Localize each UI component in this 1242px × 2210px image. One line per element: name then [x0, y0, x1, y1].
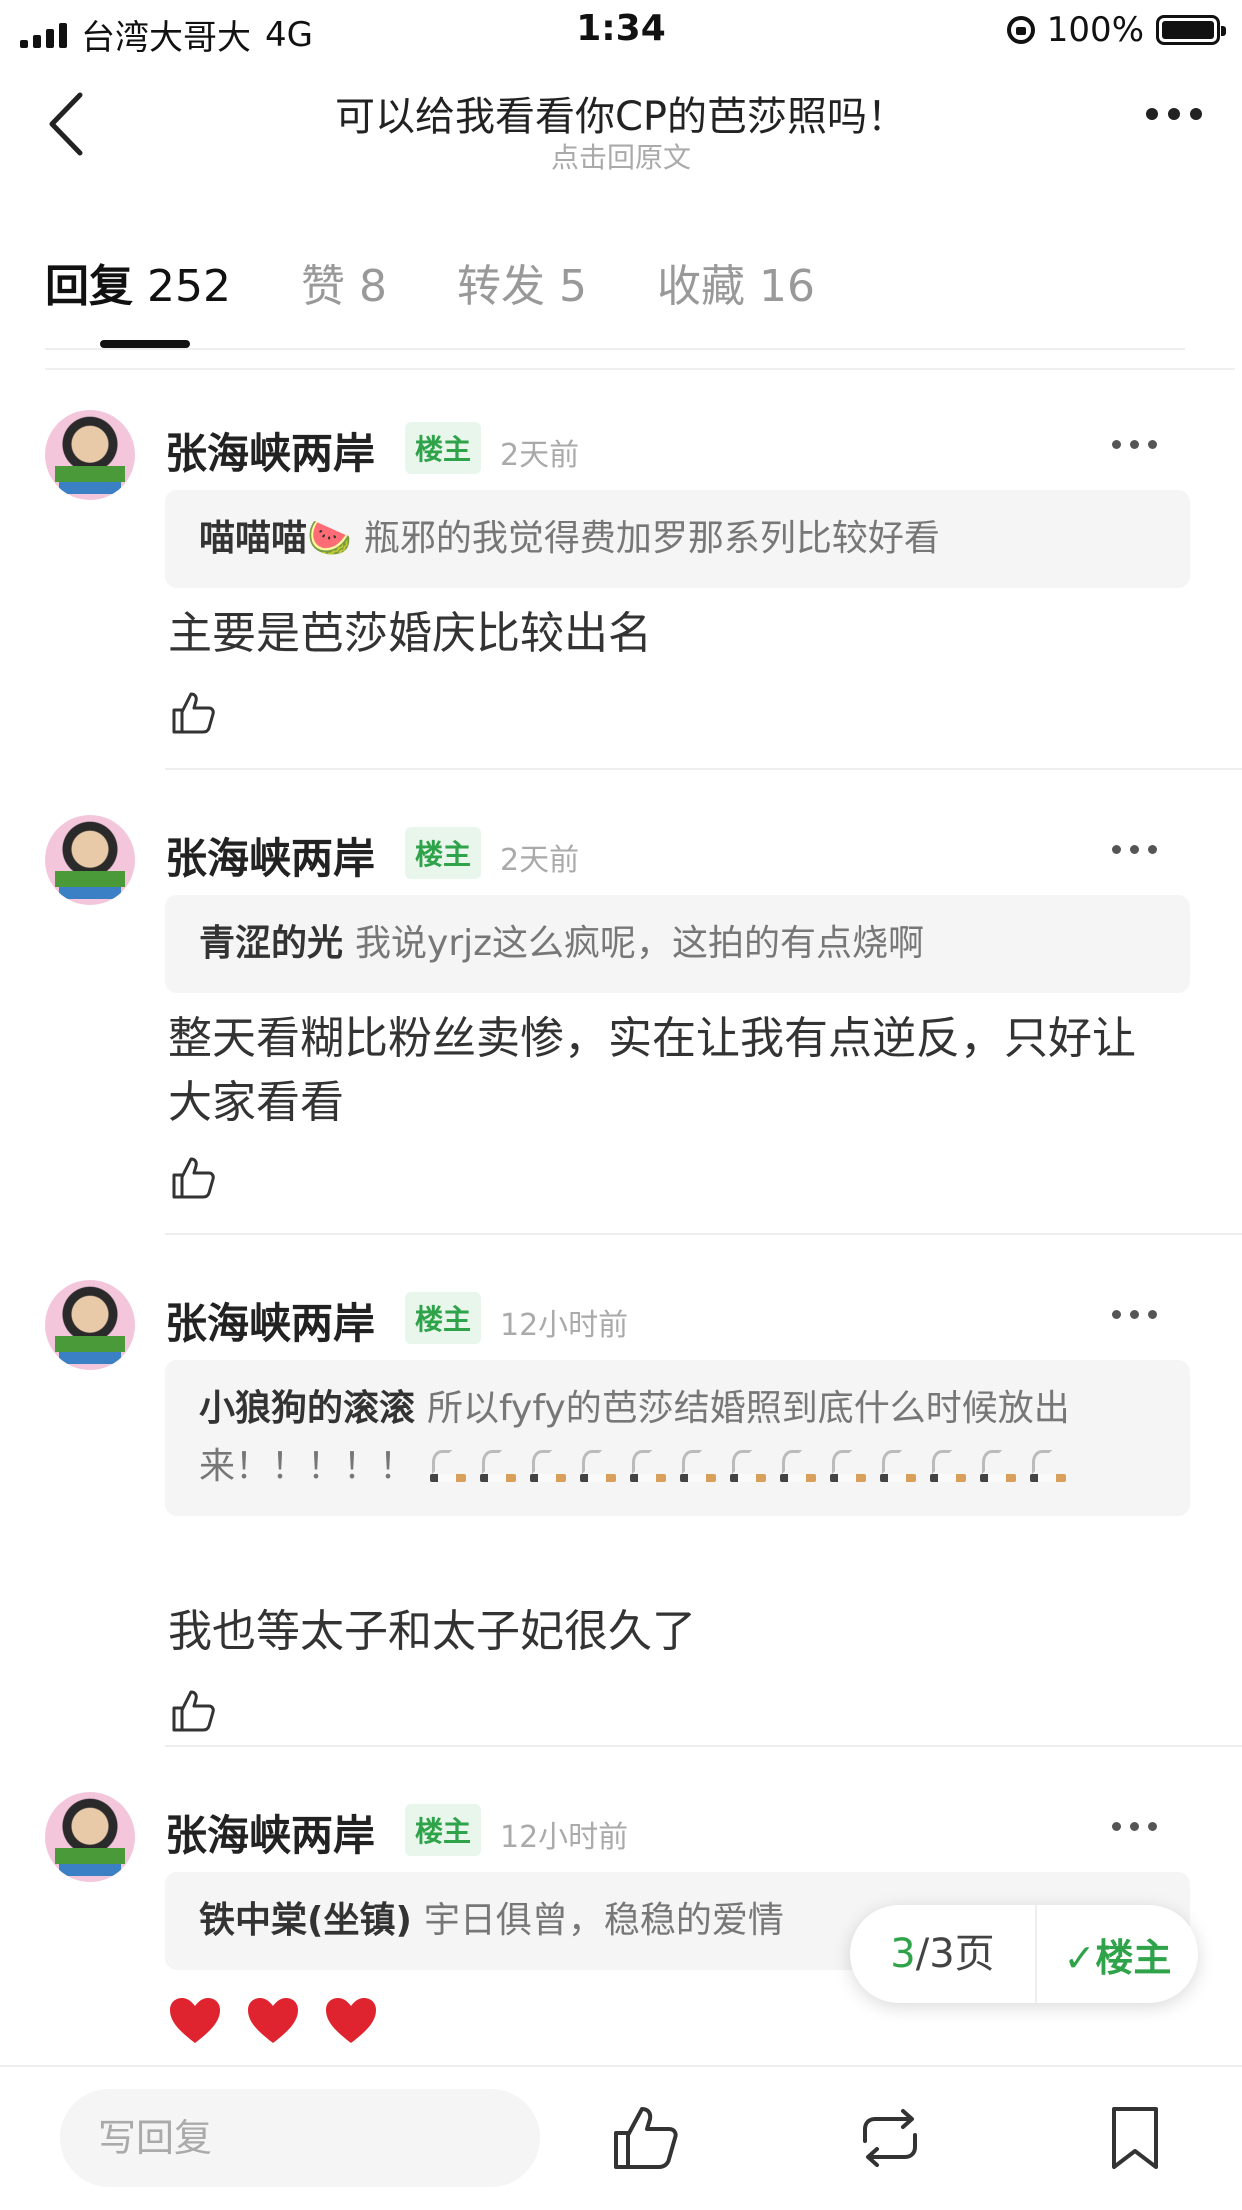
timestamp: 2天前	[500, 843, 580, 878]
bookmark-icon[interactable]	[1100, 2103, 1170, 2173]
page-total: /3页	[915, 1931, 995, 1977]
dot-icon	[1146, 108, 1158, 120]
cigarette-emoji	[978, 1448, 1024, 1488]
cigarette-emoji	[628, 1448, 674, 1488]
cigarette-emoji	[478, 1448, 524, 1488]
tab-label: 赞	[300, 261, 345, 312]
username[interactable]: 张海峡两岸	[165, 825, 375, 886]
divider	[45, 368, 1235, 370]
page-count[interactable]: 3/3页	[850, 1905, 1037, 2003]
username[interactable]: 张海峡两岸	[165, 1290, 375, 1351]
back-to-original-link[interactable]: 点击回原文	[200, 136, 1042, 176]
timestamp: 12小时前	[500, 1820, 629, 1855]
username[interactable]: 张海峡两岸	[165, 420, 375, 481]
owner-badge: 楼主	[405, 1804, 482, 1856]
page-title: 可以给我看看你CP的芭莎照吗！	[334, 94, 908, 140]
heart-emoji	[326, 1998, 376, 2043]
avatar[interactable]	[45, 1792, 135, 1882]
divider	[165, 1233, 1242, 1235]
heart-emoji	[170, 1998, 220, 2043]
divider	[165, 768, 1242, 770]
quoted-username: 青涩的光	[199, 923, 344, 964]
bottom-bar: 写回复	[0, 2065, 1242, 2210]
nav-bar: 可以给我看看你CP的芭莎照吗！ 点击回原文	[0, 64, 1242, 184]
tab-bar: 回复 252 赞 8 转发 5 收藏 16	[45, 250, 885, 314]
reply-text: 主要是芭莎婚庆比较出名	[168, 608, 652, 659]
current-page: 3	[890, 1931, 916, 1977]
only-owner-label: 楼主	[1095, 1935, 1172, 1980]
tab-count: 5	[558, 261, 587, 312]
tab-label: 转发	[456, 261, 545, 312]
owner-badge: 楼主	[405, 422, 482, 474]
cigarette-emoji	[528, 1448, 574, 1488]
cigarette-emoji	[728, 1448, 774, 1488]
chevron-left-icon	[49, 92, 83, 156]
avatar[interactable]	[45, 1280, 135, 1370]
cigarette-emoji	[828, 1448, 874, 1488]
active-tab-indicator	[100, 340, 190, 348]
quoted-text: 我说yrjz这么疯呢，这拍的有点烧啊	[355, 923, 925, 964]
quoted-username: 小狼狗的滚滚	[199, 1388, 416, 1429]
quoted-reply[interactable]: 小狼狗的滚滚 所以fyfy的芭莎结婚照到底什么时候放出来！！！！！	[165, 1360, 1190, 1516]
thumbs-up-icon[interactable]	[170, 1688, 216, 1734]
divider	[45, 348, 1185, 350]
status-right: 100%	[1006, 10, 1226, 50]
tab-count: 252	[147, 261, 231, 312]
tab-replies[interactable]: 回复 252	[45, 250, 231, 314]
divider	[165, 1745, 1242, 1747]
heart-emoji	[248, 1998, 298, 2043]
tab-favorites[interactable]: 收藏 16	[657, 250, 815, 314]
thumbs-up-icon[interactable]	[170, 1155, 216, 1201]
only-owner-toggle[interactable]: ✓楼主	[1037, 1927, 1198, 1982]
reply-more-button[interactable]	[1112, 1310, 1157, 1319]
tab-count: 16	[758, 261, 815, 312]
reply-input[interactable]: 写回复	[60, 2089, 540, 2187]
reply-more-button[interactable]	[1112, 845, 1157, 854]
avatar[interactable]	[45, 410, 135, 500]
repost-icon[interactable]	[855, 2103, 925, 2173]
cigarette-emoji	[928, 1448, 974, 1488]
cigarette-emoji	[578, 1448, 624, 1488]
username[interactable]: 张海峡两岸	[165, 1802, 375, 1863]
tab-likes[interactable]: 赞 8	[301, 250, 387, 314]
quoted-text: 宇日俱曾，稳稳的爱情	[423, 1900, 784, 1941]
tab-count: 8	[358, 261, 387, 312]
quoted-reply[interactable]: 喵喵喵🍉 瓶邪的我觉得费加罗那系列比较好看	[165, 490, 1190, 588]
reply-more-button[interactable]	[1112, 1822, 1157, 1831]
cigarette-emoji	[678, 1448, 724, 1488]
thumbs-up-icon[interactable]	[170, 690, 216, 736]
cigarette-emoji	[778, 1448, 824, 1488]
quoted-username: 铁中棠(坐镇)	[199, 1900, 412, 1941]
rotation-lock-icon	[1006, 16, 1035, 44]
cigarette-emoji	[428, 1448, 474, 1488]
status-bar: 台湾大哥大 4G 1:34 100%	[0, 0, 1242, 64]
more-options-button[interactable]	[1146, 108, 1202, 120]
reply-text: 整天看糊比粉丝卖惨，实在让我有点逆反，只好让大家看看	[168, 1013, 1136, 1128]
cigarette-emoji	[878, 1448, 924, 1488]
reply-text: 我也等太子和太子妃很久了	[168, 1606, 696, 1657]
avatar[interactable]	[45, 815, 135, 905]
page-indicator[interactable]: 3/3页 ✓楼主	[850, 1905, 1198, 2003]
quoted-username: 喵喵喵🍉	[199, 518, 352, 559]
dot-icon	[1190, 108, 1202, 120]
back-button[interactable]	[36, 84, 96, 164]
check-icon: ✓	[1063, 1935, 1096, 1980]
quoted-text: 瓶邪的我觉得费加罗那系列比较好看	[363, 518, 940, 559]
battery-percent: 100%	[1046, 10, 1144, 50]
owner-badge: 楼主	[405, 1292, 482, 1344]
dot-icon	[1168, 108, 1180, 120]
timestamp: 2天前	[500, 438, 580, 473]
tab-reposts[interactable]: 转发 5	[457, 250, 587, 314]
timestamp: 12小时前	[500, 1308, 629, 1343]
tab-label: 回复	[45, 261, 133, 312]
tab-label: 收藏	[656, 261, 745, 312]
thumbs-up-icon[interactable]	[610, 2103, 680, 2173]
cigarette-emoji	[1028, 1448, 1074, 1488]
owner-badge: 楼主	[405, 827, 482, 879]
battery-icon	[1156, 15, 1226, 45]
reply-more-button[interactable]	[1112, 440, 1157, 449]
quoted-reply[interactable]: 青涩的光 我说yrjz这么疯呢，这拍的有点烧啊	[165, 895, 1190, 993]
